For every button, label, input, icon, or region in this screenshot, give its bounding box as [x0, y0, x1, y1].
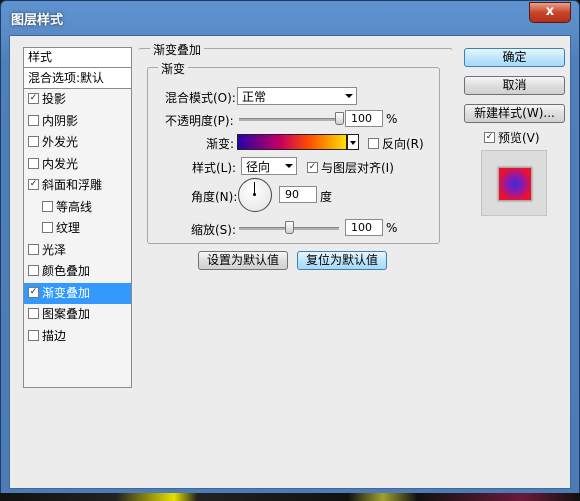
opacity-label: 不透明度(P): — [165, 114, 234, 128]
scale-label: 缩放(S): — [191, 223, 237, 237]
style-label: 样式(L): — [192, 161, 237, 175]
style-item-checkbox[interactable]: ✓ — [28, 286, 39, 298]
style-item-checkbox[interactable] — [28, 243, 39, 255]
ok-button[interactable]: 确定 — [464, 48, 565, 67]
scale-slider-thumb[interactable] — [285, 221, 294, 234]
opacity-slider[interactable] — [239, 118, 339, 121]
opacity-unit: % — [386, 112, 398, 126]
style-item[interactable]: 内阴影 — [24, 111, 131, 133]
style-item-label: 投影 — [42, 92, 67, 106]
style-item-label: 外发光 — [42, 135, 79, 149]
style-item[interactable]: 等高线 — [24, 197, 131, 219]
align-label: 与图层对齐(I) — [321, 161, 394, 175]
preview-checkbox-box[interactable]: ✓ — [484, 132, 495, 143]
style-item[interactable]: 内发光 — [24, 154, 131, 176]
style-item-label: 内发光 — [42, 156, 79, 171]
style-item-checkbox[interactable] — [42, 222, 53, 233]
gradient-preview-bar[interactable] — [237, 134, 347, 150]
angle-dial-center — [253, 193, 256, 196]
gradient-group: 渐变 混合模式(O): 正常 不透明度(P): 100 % 渐变: 反向(R) … — [147, 60, 440, 244]
chevron-down-icon — [345, 94, 353, 98]
make-default-button[interactable]: 设置为默认值 — [198, 251, 288, 270]
style-item[interactable]: 纹理 — [24, 218, 131, 240]
blend-mode-select[interactable]: 正常 — [237, 87, 357, 105]
cancel-button[interactable]: 取消 — [464, 76, 565, 95]
blend-options-item[interactable]: 混合选项:默认 — [24, 68, 131, 89]
angle-label: 角度(N): — [191, 190, 238, 204]
reverse-checkbox-box[interactable] — [368, 138, 379, 149]
style-preview — [481, 150, 547, 216]
blend-mode-value: 正常 — [242, 90, 267, 104]
style-list: 样式 混合选项:默认 ✓ 投影 内阴影 外发光 内发光 ✓ 斜面和浮雕 等高线 纹理 光泽 颜色叠加… — [23, 47, 132, 388]
style-item-checkbox[interactable] — [28, 308, 39, 319]
blend-mode-label: 混合模式(O): — [165, 91, 236, 105]
style-item[interactable]: 外发光 — [24, 132, 131, 154]
align-checkbox-box[interactable]: ✓ — [307, 162, 318, 173]
title-bar[interactable]: 图层样式 x — [1, 1, 579, 35]
style-select[interactable]: 径向 — [241, 157, 297, 175]
style-item-checkbox[interactable] — [28, 329, 39, 341]
style-item[interactable]: ✓ 渐变叠加 — [24, 282, 131, 304]
dialog-client: 样式 混合选项:默认 ✓ 投影 内阴影 外发光 内发光 ✓ 斜面和浮雕 等高线 纹理 光泽 颜色叠加… — [9, 35, 571, 489]
align-checkbox[interactable]: ✓ 与图层对齐(I) — [307, 159, 394, 176]
gradient-group-title: 渐变 — [158, 60, 189, 77]
style-item[interactable]: ✓ 斜面和浮雕 — [24, 175, 131, 197]
preview-checkbox[interactable]: ✓ 预览(V) — [484, 129, 540, 146]
reverse-checkbox[interactable]: 反向(R) — [368, 135, 424, 152]
opacity-input[interactable]: 100 — [345, 110, 383, 127]
preview-label: 预览(V) — [498, 131, 540, 145]
style-item-label: 图案叠加 — [42, 307, 91, 321]
style-item-checkbox[interactable] — [28, 157, 39, 169]
angle-input[interactable]: 90 — [279, 186, 317, 203]
style-item[interactable]: 光泽 — [24, 240, 131, 262]
style-item[interactable]: 描边 — [24, 326, 131, 348]
style-item[interactable]: 颜色叠加 — [24, 261, 131, 283]
style-item-checkbox[interactable]: ✓ — [28, 93, 39, 104]
style-item[interactable]: 图案叠加 — [24, 304, 131, 326]
reset-default-button[interactable]: 复位为默认值 — [297, 251, 387, 270]
style-items: ✓ 投影 内阴影 外发光 内发光 ✓ 斜面和浮雕 等高线 纹理 光泽 颜色叠加 ✓ 渐变叠加 图案叠加 描边 — [24, 89, 131, 347]
gradient-picker-arrow[interactable] — [347, 134, 359, 150]
style-item-label: 斜面和浮雕 — [42, 178, 103, 192]
layer-style-dialog: 图层样式 x 样式 混合选项:默认 ✓ 投影 内阴影 外发光 内发光 ✓ 斜面和浮雕 等高线纹… — [0, 0, 580, 495]
style-item-checkbox[interactable] — [28, 265, 39, 276]
angle-unit: 度 — [320, 190, 333, 204]
scale-unit: % — [386, 221, 398, 235]
style-item-checkbox[interactable] — [28, 114, 39, 126]
background-strip — [0, 493, 580, 501]
scale-input[interactable]: 100 — [345, 219, 383, 236]
style-item-checkbox[interactable] — [42, 200, 53, 212]
gradient-overlay-title: 渐变叠加 — [150, 41, 205, 58]
preview-swatch — [498, 167, 532, 201]
style-list-header[interactable]: 样式 — [24, 48, 131, 68]
style-item-label: 光泽 — [42, 242, 67, 257]
style-item-checkbox[interactable] — [28, 136, 39, 147]
style-item-label: 颜色叠加 — [42, 264, 91, 278]
close-button[interactable]: x — [529, 2, 571, 23]
style-item-label: 纹理 — [56, 221, 81, 235]
style-item-checkbox[interactable]: ✓ — [28, 179, 39, 190]
dialog-title: 图层样式 — [11, 13, 64, 28]
style-item[interactable]: ✓ 投影 — [24, 89, 131, 111]
gradient-label: 渐变: — [206, 137, 235, 151]
style-item-label: 等高线 — [56, 199, 93, 214]
chevron-down-icon — [285, 164, 293, 168]
new-style-button[interactable]: 新建样式(W)... — [464, 104, 565, 123]
style-item-label: 渐变叠加 — [42, 285, 91, 300]
style-value: 径向 — [246, 160, 271, 174]
reverse-label: 反向(R) — [382, 137, 424, 151]
style-item-label: 内阴影 — [42, 113, 79, 128]
style-item-label: 描边 — [42, 328, 67, 343]
opacity-slider-thumb[interactable] — [335, 112, 344, 125]
angle-dial[interactable] — [238, 178, 272, 212]
